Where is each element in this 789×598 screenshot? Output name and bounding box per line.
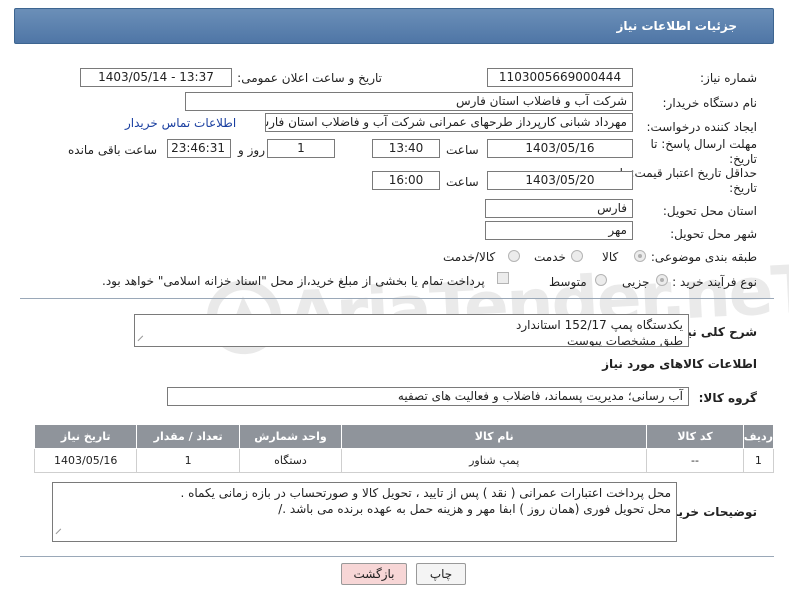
announce-label: تاریخ و ساعت اعلان عمومی: — [237, 71, 382, 85]
col-name: نام کالا — [341, 424, 648, 449]
cell-date: 1403/05/16 — [33, 448, 138, 473]
divider — [20, 556, 774, 557]
col-unit: واحد شمارش — [238, 424, 343, 449]
deadline-label: مهلت ارسال پاسخ: تا — [650, 137, 757, 151]
goods-group-label: گروه کالا: — [698, 391, 757, 405]
category-service-radio[interactable] — [571, 250, 583, 262]
col-qty: تعداد / مقدار — [136, 424, 240, 449]
deadline-time-field: 13:40 — [372, 139, 440, 158]
cell-unit: دستگاه — [238, 448, 343, 473]
goods-table: ردیف کد کالا نام کالا واحد شمارش تعداد /… — [33, 424, 775, 473]
purchase-type-label: نوع فرآیند خرید : — [672, 275, 757, 289]
buyer-contact-link[interactable]: اطلاعات تماس خریدار — [125, 116, 236, 130]
city-field: مهر — [485, 221, 633, 240]
cell-code: -- — [646, 448, 744, 473]
requester-field: مهرداد شبانی کارپرداز طرحهای عمرانی شرکت… — [265, 113, 633, 132]
city-label: شهر محل تحویل: — [670, 227, 757, 241]
print-button[interactable]: چاپ — [416, 563, 466, 585]
need-number-field: 1103005669000444 — [487, 68, 633, 87]
province-field: فارس — [485, 199, 633, 218]
category-label: طبقه بندی موضوعی: — [650, 250, 757, 264]
requester-label: ایجاد کننده درخواست: — [646, 120, 757, 134]
description-textarea: یکدستگاه پمپ 152/17 استاندارد طبق مشخصات… — [134, 314, 689, 347]
col-date: تاریخ نیاز — [33, 424, 138, 449]
category-goods-radio[interactable] — [634, 250, 646, 262]
deadline-date-label: تاریخ: — [729, 152, 757, 166]
category-goods-service-label: کالا/خدمت — [443, 250, 496, 264]
validity-date-field: 1403/05/20 — [487, 171, 633, 190]
days-remaining-field: 1 — [267, 139, 335, 158]
deadline-time-label: ساعت — [446, 143, 479, 157]
remaining-time-label: ساعت باقی مانده — [68, 143, 158, 157]
treasury-payment-note: پرداخت تمام یا بخشی از مبلغ خرید،از محل … — [102, 274, 485, 288]
purchase-type-medium-radio[interactable] — [595, 274, 607, 286]
purchase-type-partial-radio[interactable] — [656, 274, 668, 286]
table-header-row: ردیف کد کالا نام کالا واحد شمارش تعداد /… — [33, 424, 775, 449]
description-line: یکدستگاه پمپ 152/17 استاندارد — [515, 318, 683, 332]
col-row: ردیف — [742, 424, 775, 449]
buyer-notes-line: محل پرداخت اعتبارات عمرانی ( نقد ) پس از… — [180, 486, 671, 500]
cell-name: پمپ شناور — [341, 448, 648, 473]
province-label: استان محل تحویل: — [662, 204, 757, 218]
divider — [20, 298, 774, 299]
buyer-org-label: نام دستگاه خریدار: — [662, 96, 758, 110]
category-goods-service-radio[interactable] — [508, 250, 520, 262]
announce-datetime-field: 1403/05/14 - 13:37 — [80, 68, 232, 87]
page-header: جزئیات اطلاعات نیاز — [14, 8, 774, 44]
validity-time-field: 16:00 — [372, 171, 440, 190]
days-label: روز و — [238, 143, 265, 157]
purchase-type-medium-label: متوسط — [549, 275, 587, 289]
category-service-label: خدمت — [534, 250, 566, 264]
validity-time-label: ساعت — [446, 175, 479, 189]
purchase-type-partial-label: جزیی — [622, 275, 650, 289]
validity-label: حداقل تاریخ اعتبار قیمت: تا — [619, 166, 757, 180]
goods-group-field: آب رسانی؛ مدیریت پسماند، فاضلاب و فعالیت… — [167, 387, 689, 406]
buyer-notes-textarea: محل پرداخت اعتبارات عمرانی ( نقد ) پس از… — [52, 482, 677, 542]
goods-info-title: اطلاعات کالاهای مورد نیاز — [602, 357, 757, 371]
treasury-payment-checkbox[interactable] — [497, 272, 509, 284]
remaining-time-field: 23:46:31 — [167, 139, 231, 158]
table-row: 1 -- پمپ شناور دستگاه 1 1403/05/16 — [33, 448, 775, 473]
cell-qty: 1 — [136, 448, 240, 473]
deadline-date-field: 1403/05/16 — [487, 139, 633, 158]
validity-date-label: تاریخ: — [729, 181, 757, 195]
description-line: طبق مشخصات پیوست — [566, 334, 683, 347]
need-number-label: شماره نیاز: — [700, 71, 757, 85]
buyer-org-field: شرکت آب و فاضلاب استان فارس — [185, 92, 633, 111]
back-button[interactable]: بازگشت — [341, 563, 407, 585]
category-goods-label: کالا — [602, 250, 619, 264]
col-code: کد کالا — [646, 424, 744, 449]
page-title: جزئیات اطلاعات نیاز — [616, 19, 737, 33]
cell-row: 1 — [742, 448, 775, 473]
buyer-notes-line: محل تحویل فوری (همان روز ) ابفا مهر و هز… — [278, 502, 671, 516]
